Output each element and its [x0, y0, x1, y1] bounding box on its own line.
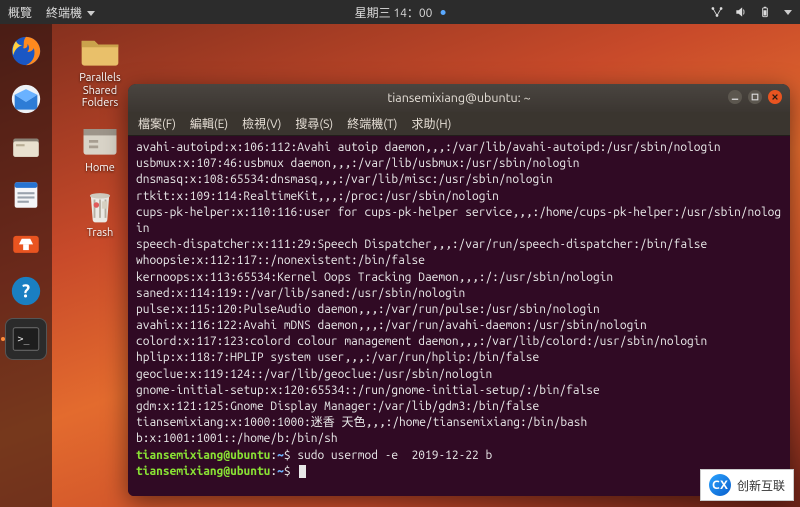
svg-text:?: ?: [22, 281, 30, 301]
dock-software[interactable]: [5, 222, 47, 264]
window-close-button[interactable]: [768, 90, 782, 104]
dock-terminal[interactable]: >_: [5, 318, 47, 360]
dock-writer[interactable]: [5, 174, 47, 216]
dock-help[interactable]: ?: [5, 270, 47, 312]
terminal-window: tiansemixiang@ubuntu: ~ 檔案(F) 編輯(E) 檢視(V…: [128, 84, 790, 496]
terminal-titlebar[interactable]: tiansemixiang@ubuntu: ~: [128, 84, 790, 112]
top-panel: 概覽 終端機 星期三 14：00: [0, 0, 800, 24]
notification-dot-icon: [440, 10, 445, 15]
watermark-logo-icon: CX: [709, 474, 731, 496]
chevron-down-icon: [87, 11, 95, 16]
terminal-body[interactable]: avahi-autoipd:x:106:112:Avahi autoip dae…: [128, 136, 790, 496]
menu-view[interactable]: 檢視(V): [242, 115, 281, 132]
dock-files[interactable]: [5, 126, 47, 168]
menu-file[interactable]: 檔案(F): [138, 115, 176, 132]
network-icon[interactable]: [710, 5, 724, 19]
watermark: CX 创新互联: [700, 469, 794, 501]
window-title: tiansemixiang@ubuntu: ~: [387, 91, 530, 105]
menu-search[interactable]: 搜尋(S): [295, 115, 333, 132]
volume-icon[interactable]: [734, 5, 748, 19]
terminal-menubar: 檔案(F) 編輯(E) 檢視(V) 搜尋(S) 終端機(T) 求助(H): [128, 112, 790, 136]
app-menu[interactable]: 終端機: [46, 4, 95, 21]
window-maximize-button[interactable]: [748, 90, 762, 104]
clock[interactable]: 星期三 14：00: [355, 4, 446, 21]
battery-icon[interactable]: [758, 5, 772, 19]
activities-button[interactable]: 概覽: [8, 4, 32, 21]
menu-help[interactable]: 求助(H): [411, 115, 451, 132]
menu-edit[interactable]: 編輯(E): [190, 115, 228, 132]
watermark-text: 创新互联: [737, 477, 785, 494]
dock-thunderbird[interactable]: [5, 78, 47, 120]
menu-terminal[interactable]: 終端機(T): [347, 115, 397, 132]
svg-text:>_: >_: [18, 334, 30, 345]
window-minimize-button[interactable]: [728, 90, 742, 104]
dock: ? >_: [0, 24, 52, 507]
system-menu-chevron-icon[interactable]: [784, 10, 792, 15]
dock-firefox[interactable]: [5, 30, 47, 72]
